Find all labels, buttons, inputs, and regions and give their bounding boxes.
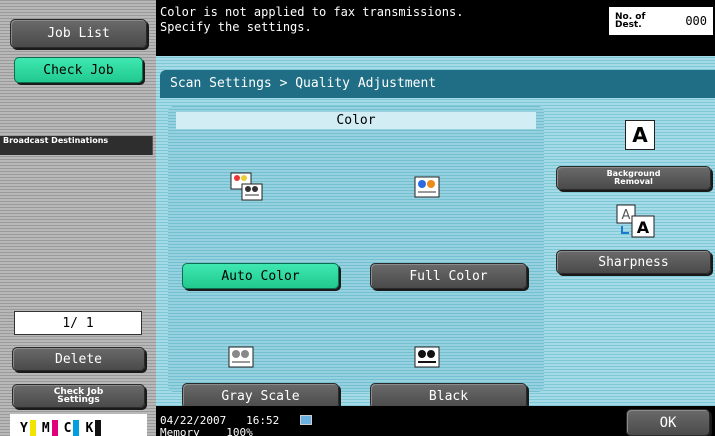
- auto-color-icon: [230, 172, 263, 201]
- auto-color-button[interactable]: Auto Color: [182, 263, 339, 289]
- toner-c-bar: [73, 420, 80, 436]
- color-section: Color Auto Color Full Color Gray Scale B…: [168, 106, 544, 409]
- sharpness-button[interactable]: Sharpness: [556, 250, 711, 274]
- full-color-icon: [414, 176, 440, 198]
- toner-c-letter: C: [63, 421, 72, 436]
- main-panel: Scan Settings > Quality Adjustment Color…: [156, 56, 715, 409]
- background-removal-button[interactable]: Background Removal: [556, 166, 711, 190]
- toner-m: M: [42, 420, 58, 436]
- full-color-button[interactable]: Full Color: [370, 263, 527, 289]
- toner-k-letter: K: [85, 421, 94, 436]
- status-bar: 04/22/2007 16:52 Memory 100% OK: [156, 406, 715, 436]
- page-counter: 1/ 1: [14, 311, 142, 335]
- message-bar: Color is not applied to fax transmission…: [156, 0, 715, 56]
- letter-a-glyph: A: [632, 123, 648, 147]
- gray-scale-icon: [228, 346, 254, 368]
- left-sidebar: Job List Check Job Broadcast Destination…: [0, 0, 156, 436]
- sharpness-icon: A A: [616, 204, 655, 238]
- toner-indicator: Y M C K: [10, 414, 147, 436]
- no-of-dest-label: No. of Dest.: [615, 12, 646, 30]
- check-job-settings-button[interactable]: Check Job Settings: [12, 384, 145, 408]
- no-of-dest-value: 000: [685, 14, 707, 28]
- memory-value: 100%: [226, 426, 253, 436]
- broadcast-destinations-text: Broadcast Destinations: [3, 136, 109, 145]
- toner-m-bar: [51, 420, 58, 436]
- toner-c: C: [64, 420, 80, 436]
- background-removal-icon: A: [625, 120, 655, 150]
- svg-text:A: A: [637, 218, 650, 237]
- toner-y: Y: [20, 420, 36, 436]
- memory-label: Memory: [160, 426, 200, 436]
- toner-k: K: [85, 420, 102, 436]
- delete-button[interactable]: Delete: [12, 347, 145, 371]
- network-icon: [299, 415, 312, 425]
- svg-text:A: A: [622, 208, 631, 223]
- ok-button[interactable]: OK: [626, 409, 710, 436]
- color-section-title: Color: [176, 112, 536, 129]
- toner-k-bar: [95, 420, 102, 436]
- toner-y-bar: [29, 420, 36, 436]
- job-list-button[interactable]: Job List: [10, 19, 147, 48]
- toner-m-letter: M: [41, 421, 50, 436]
- black-icon: [414, 346, 440, 368]
- breadcrumb: Scan Settings > Quality Adjustment: [160, 70, 715, 98]
- status-info: 04/22/2007 16:52 Memory 100%: [160, 415, 312, 436]
- broadcast-destinations-label: Broadcast Destinations: [0, 136, 153, 155]
- toner-y-letter: Y: [20, 421, 28, 436]
- destination-count-box: No. of Dest. 000: [609, 7, 713, 35]
- check-job-button[interactable]: Check Job: [14, 57, 143, 83]
